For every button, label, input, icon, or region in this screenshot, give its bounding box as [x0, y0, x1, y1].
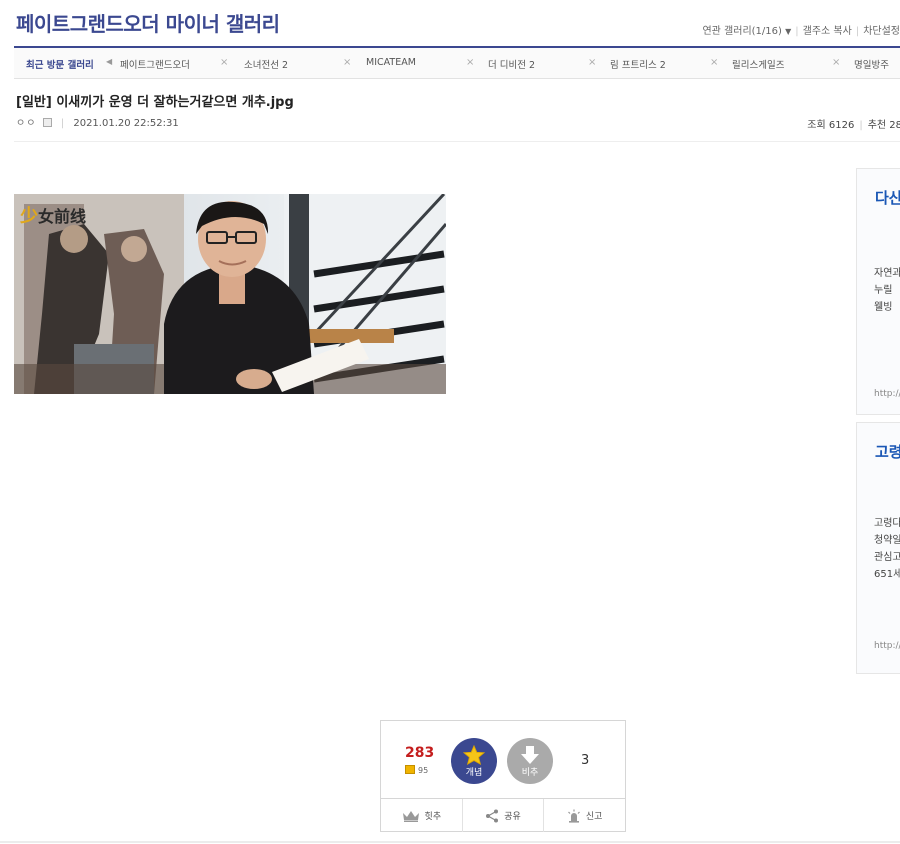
recent-item-rimfortress-2[interactable]: 림 프트리스 2 [610, 57, 666, 71]
report-button[interactable]: 신고 [544, 799, 625, 832]
close-icon[interactable]: × [710, 57, 718, 68]
recent-item-division-2[interactable]: 더 디비전 2 [488, 57, 535, 71]
recent-item-fgo[interactable]: 페이트그랜드오더 [120, 57, 190, 71]
vote-down-count: 3 [581, 753, 590, 768]
report-label: 신고 [585, 812, 603, 822]
ad-body: 고령다 청약일 관심고 651세 [874, 515, 900, 583]
downvote-button[interactable]: 비추 [507, 738, 553, 784]
ad-body: 자연과 누릴 웰빙 [874, 265, 900, 316]
author-icon [42, 118, 52, 127]
related-gallery-link[interactable]: 연관 갤러리(1/16) ▼ [702, 26, 791, 37]
post-stats: 조회 6126 | 추천 28 [807, 116, 900, 131]
recent-gallery-bar: 최근 방문 갤러리 ◀ 페이트그랜드오더 × 소녀전선 2 × MICATEAM… [14, 46, 900, 79]
copy-url-link[interactable]: 갤주소 복사 [803, 26, 852, 37]
ad-body-line: 관심고 [874, 552, 900, 563]
vote-fix-count: 95 [405, 765, 428, 775]
close-icon[interactable]: × [343, 57, 351, 68]
vote-actions: 힛추 공유 신고 [381, 798, 625, 832]
recent-item-micateam[interactable]: MICATEAM [366, 57, 416, 68]
chevron-left-icon[interactable]: ◀ [106, 57, 112, 66]
recent-gallery-label: 최근 방문 갤러리 [26, 60, 94, 71]
svg-text:女前线: 女前线 [38, 207, 86, 226]
share-icon [486, 809, 499, 822]
ad-headline[interactable]: 다산 르디 체 [875, 189, 900, 207]
block-settings-link[interactable]: 차단설정 [863, 26, 900, 37]
post-meta: ㅇㅇ | 2021.01.20 22:52:31 [16, 114, 179, 129]
ad-body-line: 청약일 [874, 535, 900, 546]
header-links: 연관 갤러리(1/16) ▼ | 갤주소 복사 | 차단설정 [702, 22, 900, 37]
fix-icon [405, 765, 415, 774]
separator: | [795, 26, 799, 37]
ad-body-line: 고령다 [874, 518, 900, 529]
siren-icon [567, 809, 580, 823]
share-button[interactable]: 공유 [463, 799, 545, 832]
ad-url[interactable]: http:// [874, 389, 900, 399]
ad-body-line: 웰빙 [874, 302, 893, 313]
separator: | [855, 26, 860, 37]
separator: | [859, 120, 863, 131]
upvote-label: 개념 [465, 767, 483, 778]
close-icon[interactable]: × [466, 57, 474, 68]
gallery-header: 페이트그랜드오더 마이너 갤러리 연관 갤러리(1/16) ▼ | 갤주소 복사 | 차… [0, 0, 900, 46]
close-icon[interactable]: × [220, 57, 228, 68]
downvote-label: 비추 [521, 767, 539, 778]
gallery-title[interactable]: 페이트그랜드오더 마이너 갤러리 [16, 8, 280, 37]
divider [14, 141, 900, 142]
post-views: 조회 6126 [807, 120, 855, 131]
separator: | [60, 118, 65, 129]
related-gallery-label: 연관 갤러리(1/16) [702, 26, 782, 37]
caret-down-icon: ▼ [785, 27, 792, 36]
crown-icon [402, 810, 419, 822]
vote-up-count: 283 [405, 745, 435, 761]
recent-item-lilith-gales[interactable]: 릴리스게일즈 [732, 57, 784, 71]
post-datetime: 2021.01.20 22:52:31 [73, 118, 179, 129]
recent-item-arknights[interactable]: 명일방주 [854, 57, 889, 71]
hit-button[interactable]: 힛추 [381, 799, 463, 832]
vote-box: 283 95 개념 비추 3 힛추 공유 신고 [380, 720, 626, 832]
close-icon[interactable]: × [588, 57, 596, 68]
post-image[interactable]: 少 女前线 [14, 194, 446, 394]
star-icon [463, 744, 485, 765]
ad-body-line: 651세 [874, 569, 900, 580]
recent-item-girls-frontline-2[interactable]: 소녀전선 2 [244, 57, 288, 71]
ad-body-line: 누릴 [874, 285, 893, 296]
hit-label: 힛추 [424, 812, 442, 822]
ad-box-2[interactable]: 고령 메트 양 와 고령다 청약일 관심고 651세 http:// [856, 422, 900, 674]
share-label: 공유 [504, 812, 521, 822]
post-author[interactable]: ㅇㅇ [16, 118, 36, 129]
vote-fix-value: 95 [418, 766, 429, 775]
arrow-down-icon [521, 745, 539, 764]
ad-box-1[interactable]: 다산 르디 체 자연과 누릴 웰빙 http:// [856, 168, 900, 415]
close-icon[interactable]: × [832, 57, 840, 68]
ad-url[interactable]: http:// [874, 641, 900, 651]
ad-headline[interactable]: 고령 메트 양 와 [875, 443, 900, 461]
ad-body-line: 자연과 [874, 268, 900, 279]
upvote-button[interactable]: 개념 [451, 738, 497, 784]
divider [0, 841, 900, 843]
svg-text:少: 少 [19, 206, 38, 227]
post-title: [일반] 이새끼가 운영 더 잘하는거같으면 개추.jpg [16, 95, 294, 110]
post-recommend: 추천 28 [867, 120, 900, 131]
